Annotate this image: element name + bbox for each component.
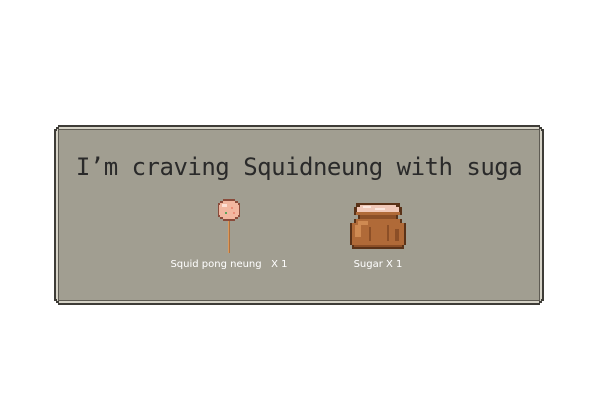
dialog-box[interactable]: I’m craving Squidneung with suga Squid p… [54,125,544,305]
reward-item-sugar: Sugar X 1 [308,195,448,270]
item-label-squid: Squid pong neung X 1 [170,259,288,270]
dialog-message: I’m craving Squidneung with suga [75,153,523,181]
game-screen: I’m craving Squidneung with suga Squid p… [0,0,600,400]
sugar-sack-icon [350,203,406,249]
dialog-frame [54,125,544,305]
reward-item-squid: Squid pong neung X 1 [159,195,299,270]
squid-lollipop-icon [218,199,240,253]
item-label-sugar: Sugar X 1 [353,259,403,270]
